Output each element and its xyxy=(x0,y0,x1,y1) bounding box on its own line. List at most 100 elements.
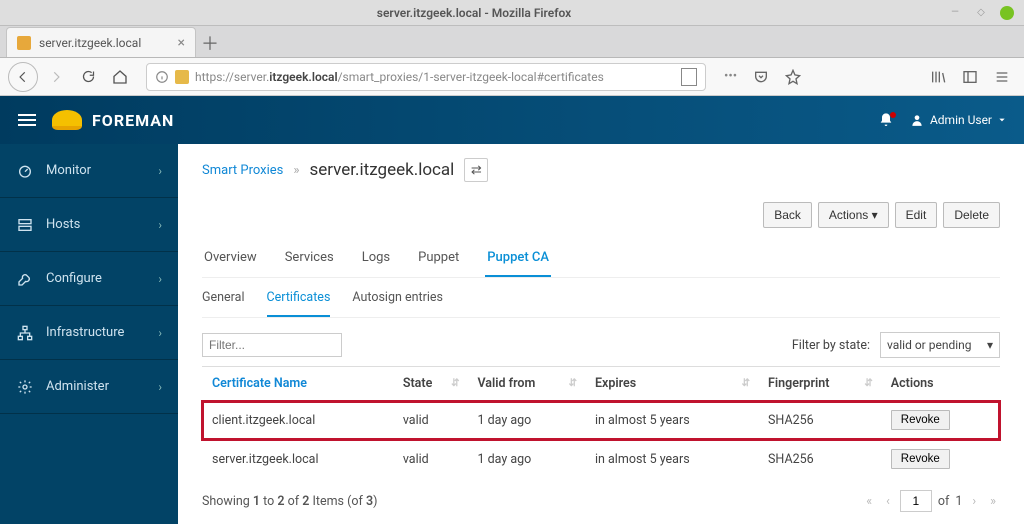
library-icon xyxy=(930,69,946,85)
panel-icon xyxy=(962,69,978,85)
nav-home-button[interactable] xyxy=(106,63,134,91)
window-controls: — ◇ xyxy=(948,6,1024,20)
bell-icon xyxy=(878,112,894,128)
subtab-autosign-entries[interactable]: Autosign entries xyxy=(352,288,443,317)
app-name: FOREMAN xyxy=(92,111,174,130)
cell-expires: in almost 5 years xyxy=(585,440,758,479)
caret-down-icon: ▾ xyxy=(872,208,878,222)
sidebar-item-infrastructure[interactable]: Infrastructure› xyxy=(0,306,178,360)
user-menu[interactable]: Admin User xyxy=(910,113,1006,127)
tab-logs[interactable]: Logs xyxy=(360,242,392,277)
actions-dropdown[interactable]: Actions ▾ xyxy=(818,202,889,228)
nav-back-button[interactable] xyxy=(8,62,38,92)
tab-services[interactable]: Services xyxy=(283,242,336,277)
delete-button[interactable]: Delete xyxy=(943,202,1000,228)
sidebar-item-monitor[interactable]: Monitor › xyxy=(0,144,178,198)
page-first[interactable]: « xyxy=(862,492,876,511)
chevron-down-icon xyxy=(998,116,1006,124)
page-actions-menu[interactable]: ••• xyxy=(718,69,743,84)
page-next[interactable]: › xyxy=(968,492,980,511)
sidebar-item-label: Hosts xyxy=(46,217,146,232)
main-content: Smart Proxies » server.itzgeek.local ⇄ B… xyxy=(178,144,1024,524)
subtab-general[interactable]: General xyxy=(202,288,245,317)
certificates-table: Certificate NameStateValid fromExpiresFi… xyxy=(202,366,1000,478)
pocket-button[interactable] xyxy=(747,63,775,91)
filter-state-select[interactable]: valid or pending▾ xyxy=(880,332,1000,358)
nav-forward-button[interactable] xyxy=(42,63,70,91)
firefox-menu-button[interactable] xyxy=(988,63,1016,91)
notifications-button[interactable] xyxy=(878,112,894,128)
window-title: server.itzgeek.local - Mozilla Firefox xyxy=(0,6,948,20)
back-button[interactable]: Back xyxy=(763,202,812,228)
chevron-right-icon: › xyxy=(158,218,162,232)
col-valid-from[interactable]: Valid from xyxy=(467,367,585,401)
pocket-icon xyxy=(753,69,769,85)
home-icon xyxy=(112,69,128,85)
col-certificate-name[interactable]: Certificate Name xyxy=(202,367,393,401)
lock-warn-icon xyxy=(175,70,189,84)
wrench-icon xyxy=(16,270,34,288)
cell-fingerprint: SHA256 xyxy=(758,440,881,479)
sidebar-item-label: Monitor xyxy=(46,163,146,178)
revoke-button[interactable]: Revoke xyxy=(891,410,950,430)
reload-icon xyxy=(81,69,96,84)
col-actions[interactable]: Actions xyxy=(881,367,1000,401)
page-input[interactable] xyxy=(900,490,932,512)
cell-fingerprint: SHA256 xyxy=(758,401,881,440)
cell-actions: Revoke xyxy=(881,440,1000,479)
cell-state: valid xyxy=(393,440,468,479)
col-expires[interactable]: Expires xyxy=(585,367,758,401)
tabs-secondary: General Certificates Autosign entries xyxy=(202,278,1000,318)
breadcrumb-switch[interactable]: ⇄ xyxy=(464,158,488,182)
tab-puppet-ca[interactable]: Puppet CA xyxy=(485,242,551,277)
user-name: Admin User xyxy=(930,113,992,127)
app-header: FOREMAN Admin User xyxy=(0,96,1024,144)
page-last[interactable]: » xyxy=(986,492,1000,511)
tab-puppet[interactable]: Puppet xyxy=(416,242,461,277)
page-of-label: of xyxy=(938,494,949,509)
pagination-summary: Showing 1 to 2 of 2 Items (of 3) xyxy=(202,494,377,509)
tab-close-icon[interactable]: × xyxy=(178,35,185,51)
hamburger-icon xyxy=(994,69,1010,85)
sidebar-item-administer[interactable]: Administer› xyxy=(0,360,178,414)
tab-overview[interactable]: Overview xyxy=(202,242,259,277)
breadcrumb: Smart Proxies » server.itzgeek.local ⇄ xyxy=(202,158,1000,182)
sidebar-item-hosts[interactable]: Hosts › xyxy=(0,198,178,252)
browser-tab[interactable]: server.itzgeek.local × xyxy=(6,27,196,57)
revoke-button[interactable]: Revoke xyxy=(891,449,950,469)
nav-reload-button[interactable] xyxy=(74,63,102,91)
bookmark-button[interactable] xyxy=(779,63,807,91)
sidebar-button[interactable] xyxy=(956,63,984,91)
window-close[interactable] xyxy=(1000,6,1014,20)
app-logo[interactable]: FOREMAN xyxy=(52,110,174,130)
chevron-down-icon: ▾ xyxy=(987,338,993,352)
new-tab-button[interactable]: ＋ xyxy=(196,29,224,57)
col-state[interactable]: State xyxy=(393,367,468,401)
sidebar-item-label: Infrastructure xyxy=(46,325,146,340)
sidebar-item-label: Administer xyxy=(46,379,146,394)
page-prev[interactable]: ‹ xyxy=(882,492,894,511)
library-button[interactable] xyxy=(924,63,952,91)
helmet-icon xyxy=(52,110,82,130)
filter-input[interactable] xyxy=(202,333,342,357)
browser-nav-bar: https://server.itzgeek.local/smart_proxi… xyxy=(0,58,1024,96)
reader-mode-icon[interactable] xyxy=(681,68,697,86)
url-bar[interactable]: https://server.itzgeek.local/smart_proxi… xyxy=(146,63,706,91)
subtab-certificates[interactable]: Certificates xyxy=(267,288,331,317)
cell-expires: in almost 5 years xyxy=(585,401,758,440)
cell-name: server.itzgeek.local xyxy=(202,440,393,479)
arrow-right-icon xyxy=(49,70,63,84)
sidebar-toggle[interactable] xyxy=(18,111,36,129)
user-icon xyxy=(910,113,924,127)
sidebar-item-configure[interactable]: Configure› xyxy=(0,252,178,306)
tabs-primary: Overview Services Logs Puppet Puppet CA xyxy=(202,242,1000,278)
pagination-row: Showing 1 to 2 of 2 Items (of 3) « ‹ of … xyxy=(202,490,1000,512)
cell-from: 1 day ago xyxy=(467,440,585,479)
info-icon xyxy=(155,70,169,84)
window-maximize[interactable]: ◇ xyxy=(974,6,988,20)
window-minimize[interactable]: — xyxy=(948,6,962,20)
col-fingerprint[interactable]: Fingerprint xyxy=(758,367,881,401)
edit-button[interactable]: Edit xyxy=(895,202,938,228)
chevron-right-icon: › xyxy=(158,164,162,178)
breadcrumb-parent[interactable]: Smart Proxies xyxy=(202,163,283,178)
